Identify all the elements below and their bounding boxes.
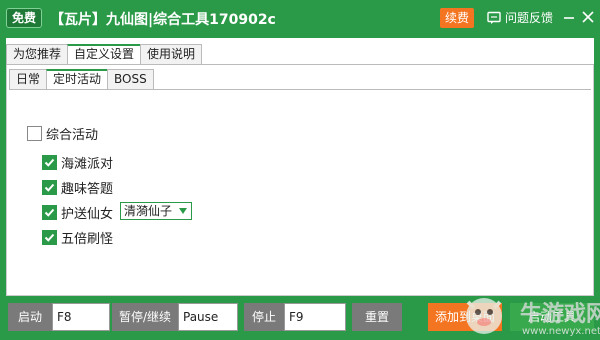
tab-instructions[interactable]: 使用说明 [140, 44, 203, 64]
tab-timed-events[interactable]: 定时活动 [46, 69, 109, 89]
checkbox-box[interactable] [42, 230, 57, 245]
bottom-bar: 启动 F8 暂停/继续 Pause 停止 F9 重置 添加到桌面 启动工具 [0, 296, 600, 340]
pause-hotkey-input[interactable]: Pause [178, 303, 238, 331]
escort-fairy-select[interactable]: 清漪仙子 [120, 202, 192, 220]
pause-label: 暂停/继续 [112, 303, 178, 331]
add-to-desktop-button[interactable]: 添加到桌面 [428, 303, 502, 331]
chat-icon [487, 11, 501, 24]
tab-daily[interactable]: 日常 [9, 69, 48, 89]
start-hotkey-group: 启动 F8 [8, 303, 110, 331]
activity-beach-party-checkbox[interactable]: 海滩派对 [42, 153, 113, 172]
checkbox-box[interactable] [42, 205, 57, 220]
watermark-url: www.newyx.net [522, 326, 600, 337]
start-label: 启动 [8, 303, 52, 331]
close-icon[interactable] [580, 9, 596, 25]
pause-hotkey-group: 暂停/继续 Pause [112, 303, 238, 331]
title-bar: 免费 【瓦片】九仙图|综合工具170902c 续费 问题反馈 [0, 0, 600, 38]
stop-hotkey-group: 停止 F9 [244, 303, 346, 331]
activity-escort-checkbox[interactable]: 护送仙女 [42, 203, 113, 222]
window-title: 【瓦片】九仙图|综合工具170902c [50, 12, 276, 28]
select-value: 清漪仙子 [124, 204, 173, 218]
checkbox-label: 趣味答题 [61, 182, 114, 197]
feedback-link[interactable]: 问题反馈 [487, 9, 553, 26]
activity-quintuple-checkbox[interactable]: 五倍刷怪 [42, 228, 113, 247]
tab-boss[interactable]: BOSS [107, 69, 154, 89]
watermark-text: 牛游戏网 [520, 302, 600, 327]
checkbox-label: 五倍刷怪 [61, 232, 114, 247]
checkbox-box[interactable] [42, 180, 57, 195]
dropdown-arrow-icon [179, 208, 187, 214]
renew-button[interactable]: 续费 [440, 8, 474, 28]
checkbox-label: 综合活动 [46, 128, 99, 143]
checkbox-box[interactable] [42, 155, 57, 170]
checkmark-icon [44, 158, 55, 167]
reset-button[interactable]: 重置 [352, 303, 402, 331]
checkbox-label: 海滩派对 [61, 157, 114, 172]
checkbox-box[interactable] [27, 126, 42, 141]
tab-recommend[interactable]: 为您推荐 [6, 44, 69, 64]
sub-tabs: 日常 定时活动 BOSS [9, 69, 154, 89]
tab-custom-settings[interactable]: 自定义设置 [67, 44, 142, 64]
stop-hotkey-input[interactable]: F9 [284, 303, 346, 331]
checkmark-icon [44, 208, 55, 217]
sub-tab-divider [9, 89, 591, 90]
minimize-icon[interactable] [561, 9, 577, 25]
group-activity-checkbox[interactable]: 综合活动 [27, 124, 98, 143]
activity-quiz-checkbox[interactable]: 趣味答题 [42, 178, 113, 197]
checkmark-icon [44, 183, 55, 192]
feedback-label: 问题反馈 [505, 11, 554, 25]
stop-label: 停止 [244, 303, 284, 331]
checkbox-label: 护送仙女 [61, 207, 114, 222]
checkmark-icon [44, 233, 55, 242]
start-hotkey-input[interactable]: F8 [52, 303, 110, 331]
free-badge: 免费 [6, 8, 42, 28]
main-tabs: 为您推荐 自定义设置 使用说明 [6, 44, 203, 64]
